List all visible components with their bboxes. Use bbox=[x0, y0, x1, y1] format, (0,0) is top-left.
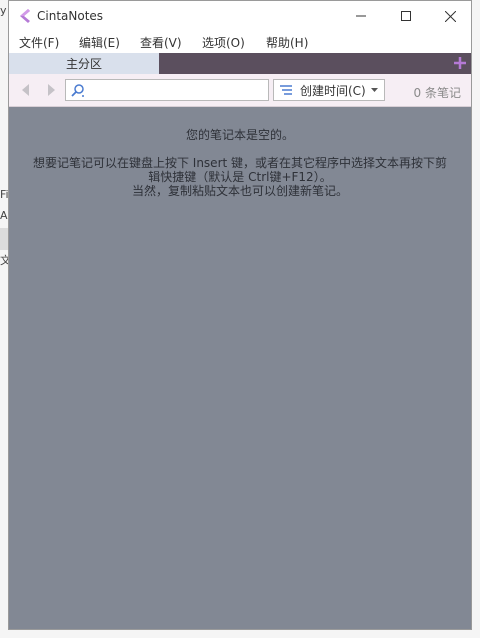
menu-file[interactable]: 文件(F) bbox=[19, 34, 59, 51]
title-bar[interactable]: CintaNotes bbox=[9, 1, 471, 31]
add-tab-icon[interactable] bbox=[452, 55, 468, 71]
tab-label: 主分区 bbox=[65, 57, 102, 71]
notes-list-area[interactable]: 您的笔记本是空的。 想要记笔记可以在键盘上按下 Insert 键，或者在其它程序… bbox=[9, 107, 471, 629]
background-bar bbox=[0, 228, 8, 250]
note-count: 0 条笔记 bbox=[413, 86, 461, 100]
background-app-bottom bbox=[0, 630, 480, 638]
sort-icon bbox=[280, 85, 292, 95]
forward-arrow-icon[interactable] bbox=[45, 83, 57, 97]
menu-bar: 文件(F) 编辑(E) 查看(V) 选项(O) 帮助(H) bbox=[9, 31, 471, 53]
search-input[interactable] bbox=[65, 79, 269, 101]
maximize-button[interactable] bbox=[383, 1, 428, 31]
background-text-fragment: 文 bbox=[0, 254, 8, 267]
background-text-fragment: Fi bbox=[0, 188, 8, 201]
menu-edit[interactable]: 编辑(E) bbox=[79, 34, 120, 51]
chevron-down-icon bbox=[371, 88, 378, 92]
search-icon[interactable] bbox=[70, 83, 86, 99]
maximize-icon bbox=[400, 11, 411, 21]
toolbar: 创建时间(C) 0 条笔记 bbox=[9, 74, 471, 107]
close-button[interactable] bbox=[428, 1, 471, 31]
empty-state-message: 您的笔记本是空的。 想要记笔记可以在键盘上按下 Insert 键，或者在其它程序… bbox=[9, 128, 471, 198]
empty-state-line: 您的笔记本是空的。 bbox=[185, 128, 294, 142]
background-text-fragment: y bbox=[0, 4, 7, 17]
cintanotes-logo-icon bbox=[20, 9, 30, 23]
background-app-right bbox=[472, 0, 480, 638]
menu-view[interactable]: 查看(V) bbox=[140, 34, 182, 51]
window-title: CintaNotes bbox=[37, 9, 104, 23]
back-arrow-icon[interactable] bbox=[20, 83, 32, 97]
empty-state-line: 当然，复制粘贴文本也可以创建新笔记。 bbox=[131, 184, 348, 198]
sort-label: 创建时间(C) bbox=[300, 83, 366, 98]
tab-main-section[interactable]: 主分区 bbox=[9, 53, 159, 74]
empty-state-line: 想要记笔记可以在键盘上按下 Insert 键，或者在其它程序中选择文本再按下剪 bbox=[32, 156, 448, 170]
sort-dropdown[interactable]: 创建时间(C) bbox=[273, 79, 385, 101]
section-tab-bar: 主分区 bbox=[9, 53, 471, 74]
close-icon bbox=[445, 10, 456, 22]
minimize-icon bbox=[355, 15, 366, 17]
empty-state-line: 辑快捷键（默认是 Ctrl键+F12）。 bbox=[148, 170, 332, 184]
minimize-button[interactable] bbox=[338, 1, 383, 31]
app-window: CintaNotes 文件(F) 编辑(E) 查看(V) 选项(O) 帮助(H)… bbox=[8, 0, 472, 630]
background-text-fragment: A bbox=[0, 209, 8, 222]
background-app-left bbox=[0, 0, 8, 638]
menu-help[interactable]: 帮助(H) bbox=[266, 34, 308, 51]
menu-options[interactable]: 选项(O) bbox=[202, 34, 245, 51]
